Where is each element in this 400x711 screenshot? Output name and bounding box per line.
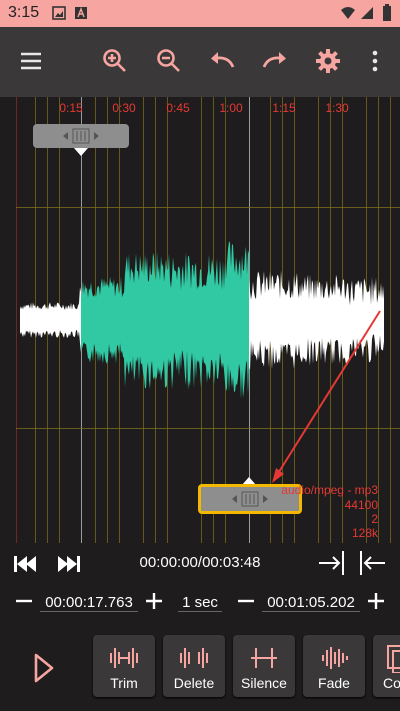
copy-icon	[387, 645, 400, 673]
trim-icon	[110, 648, 138, 668]
skip-next-icon	[58, 556, 80, 572]
copy-label: Co	[383, 675, 400, 691]
zoom-in-icon	[103, 49, 126, 72]
fade-label: Fade	[318, 675, 350, 691]
audio-format: audio/mpeg - mp3	[281, 483, 378, 497]
trim-label: Trim	[110, 675, 138, 691]
step-size-field[interactable]: 1 sec	[178, 594, 222, 612]
skip-to-start-button[interactable]	[10, 549, 40, 579]
selection-end-field[interactable]: 00:01:05.202	[262, 594, 360, 612]
audio-sample-rate: 44100	[344, 498, 378, 512]
waveform-editor[interactable]: 0:15 0:30 0:45 1:00 1:15 1:30 audio/mpeg…	[0, 97, 400, 543]
menu-button[interactable]	[11, 41, 51, 81]
undo-button[interactable]	[202, 41, 242, 81]
battery-icon	[382, 4, 392, 27]
copy-button[interactable]: Co	[373, 635, 400, 697]
delete-button[interactable]: Delete	[163, 635, 225, 697]
silence-icon	[251, 648, 277, 668]
end-decrement-button[interactable]	[234, 589, 258, 613]
fade-button[interactable]: Fade	[303, 635, 365, 697]
start-decrement-button[interactable]	[12, 589, 36, 613]
arrow-to-right-bar-icon	[319, 551, 344, 575]
trim-button[interactable]: Trim	[93, 635, 155, 697]
minus-icon	[238, 599, 254, 603]
audio-channels: 2	[371, 512, 378, 526]
plus-icon	[368, 593, 384, 609]
status-bar: 3:15	[0, 0, 400, 27]
settings-button[interactable]	[308, 41, 348, 81]
signal-icon	[360, 6, 374, 25]
zoom-out-icon	[157, 49, 180, 72]
drag-handle-icon	[232, 491, 268, 507]
image-notification-icon	[52, 6, 66, 25]
set-end-to-cursor-button[interactable]	[316, 547, 346, 579]
redo-button[interactable]	[255, 41, 295, 81]
delete-icon	[180, 648, 208, 668]
drag-handle-icon	[63, 128, 99, 144]
start-marker-pointer	[74, 148, 88, 156]
status-time: 3:15	[8, 4, 40, 21]
plus-icon	[146, 593, 162, 609]
end-increment-button[interactable]	[364, 589, 388, 613]
delete-label: Delete	[173, 675, 215, 691]
fade-icon	[322, 647, 348, 669]
skip-to-end-button[interactable]	[54, 549, 84, 579]
waveform	[20, 241, 384, 400]
start-increment-button[interactable]	[142, 589, 166, 613]
app-notification-icon	[74, 6, 88, 25]
playback-position: 00:00:00/00:03:48	[139, 554, 261, 571]
zoom-out-button[interactable]	[149, 41, 189, 81]
toolbar	[0, 27, 400, 97]
more-options-button[interactable]	[355, 41, 395, 81]
arrow-to-left-bar-icon	[360, 551, 385, 575]
redo-icon	[262, 52, 286, 68]
set-start-to-cursor-button[interactable]	[358, 547, 388, 579]
controls-panel: 00:00:00/00:03:48 00:00:17.763 1 sec 00:…	[0, 543, 400, 711]
audio-bitrate: 128k	[351, 526, 378, 540]
skip-previous-icon	[14, 556, 36, 572]
selection-start-handle[interactable]	[33, 124, 129, 148]
play-icon	[34, 653, 54, 683]
selection-start-field[interactable]: 00:00:17.763	[40, 594, 138, 612]
minus-icon	[16, 599, 32, 603]
more-icon	[372, 50, 378, 72]
menu-icon	[21, 52, 41, 70]
wifi-icon	[340, 6, 356, 25]
zoom-in-button[interactable]	[95, 41, 135, 81]
silence-label: Silence	[241, 675, 287, 691]
silence-button[interactable]: Silence	[233, 635, 295, 697]
play-button[interactable]	[26, 648, 62, 688]
settings-icon	[316, 49, 340, 73]
undo-icon	[211, 52, 235, 68]
